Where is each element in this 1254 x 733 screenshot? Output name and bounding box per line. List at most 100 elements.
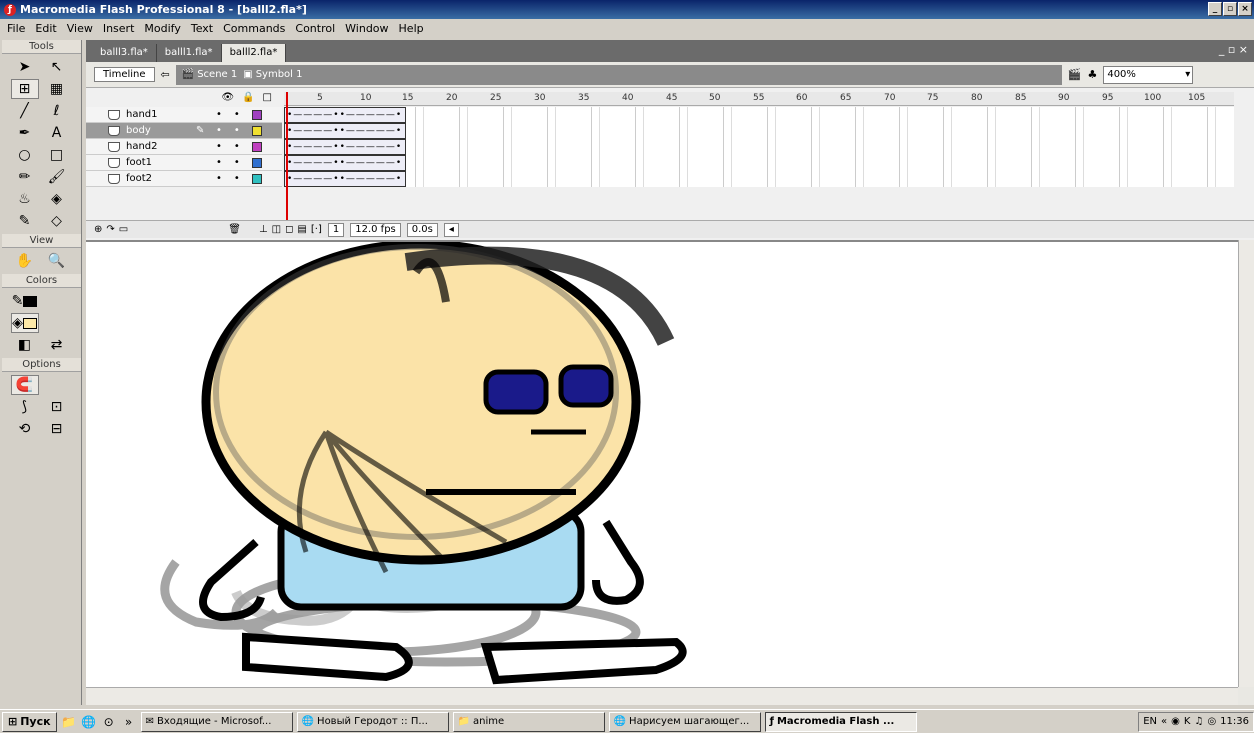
stroke-color-icon[interactable]: ✎ <box>11 291 39 311</box>
tween-span[interactable]: •————••—————• <box>284 123 406 139</box>
minimize-button[interactable]: _ <box>1208 2 1222 16</box>
pencil-tool-icon[interactable]: ✏ <box>11 167 39 187</box>
layer-color-swatch[interactable] <box>251 141 262 152</box>
maximize-button[interactable]: ▫ <box>1223 2 1237 16</box>
add-guide-icon[interactable]: ↷ <box>106 224 114 235</box>
pen-tool-icon[interactable]: ✒ <box>11 123 39 143</box>
layer-foot1[interactable]: foot1 • • <box>86 155 282 171</box>
menu-control[interactable]: Control <box>290 22 340 35</box>
onion-skin-icon[interactable]: ◫ <box>272 224 281 235</box>
swap-colors-icon[interactable]: ⇄ <box>43 335 71 355</box>
layer-hand2[interactable]: hand2 • • <box>86 139 282 155</box>
menu-modify[interactable]: Modify <box>139 22 185 35</box>
edit-scene-icon[interactable]: 🎬 <box>1068 68 1082 81</box>
zoom-tool-icon[interactable]: 🔍 <box>43 251 71 271</box>
onion-outline-icon[interactable]: ◻ <box>285 224 293 235</box>
horizontal-scrollbar[interactable] <box>86 687 1238 705</box>
eye-icon[interactable]: 👁 <box>221 92 234 106</box>
quicklaunch-icon[interactable]: » <box>121 714 137 730</box>
frame-rate[interactable]: 12.0 fps <box>350 222 401 237</box>
zoom-select[interactable]: 400% <box>1103 65 1194 84</box>
edit-symbol-icon[interactable]: ♣ <box>1087 68 1097 81</box>
layer-color-swatch[interactable] <box>251 125 262 136</box>
task-flash[interactable]: ƒ Macromedia Flash ... <box>764 711 917 732</box>
outline-icon[interactable]: □ <box>263 92 272 106</box>
fill-transform-tool-icon[interactable]: ▦ <box>43 79 71 99</box>
task-browser2[interactable]: 🌐 Нарисуем шагающег... <box>608 711 761 732</box>
task-browser[interactable]: 🌐 Новый Геродот :: П... <box>296 711 449 732</box>
tab-balll3[interactable]: balll3.fla* <box>92 44 157 62</box>
menu-view[interactable]: View <box>62 22 98 35</box>
scale-icon[interactable]: ⊟ <box>43 419 71 439</box>
menu-commands[interactable]: Commands <box>218 22 290 35</box>
tab-balll2[interactable]: balll2.fla* <box>221 44 287 62</box>
language-indicator[interactable]: EN <box>1143 716 1157 727</box>
close-button[interactable]: × <box>1238 2 1252 16</box>
ink-bottle-tool-icon[interactable]: ♨ <box>11 189 39 209</box>
straighten-icon[interactable]: ⊡ <box>43 397 71 417</box>
menu-file[interactable]: File <box>2 22 30 35</box>
tween-span[interactable]: •————••—————• <box>284 155 406 171</box>
start-button[interactable]: ⊞ Пуск <box>2 711 57 732</box>
free-transform-tool-icon[interactable]: ⊞ <box>10 79 39 99</box>
breadcrumb-symbol[interactable]: ▣ Symbol 1 <box>243 69 302 80</box>
eyedropper-tool-icon[interactable]: ✎ <box>11 211 39 231</box>
hand-tool-icon[interactable]: ✋ <box>11 251 39 271</box>
trash-icon[interactable]: 🗑 <box>228 224 241 235</box>
breadcrumb-scene[interactable]: 🎬 Scene 1 <box>182 69 237 80</box>
center-frame-icon[interactable]: ⊥ <box>259 224 268 235</box>
brush-tool-icon[interactable]: 🖌 <box>43 167 71 187</box>
quicklaunch-icon[interactable]: 🌐 <box>81 714 97 730</box>
layer-color-swatch[interactable] <box>251 109 262 120</box>
task-folder[interactable]: 📁 anime <box>452 711 605 732</box>
smooth-icon[interactable]: ⟆ <box>11 397 39 417</box>
frame-grid[interactable]: •————••—————• •————••—————• •————••—————… <box>284 107 1234 187</box>
frame-ruler[interactable]: 5 10 15 20 25 30 35 40 45 50 55 60 65 70… <box>284 92 1234 106</box>
tray-icon[interactable]: ♫ <box>1194 716 1203 727</box>
layer-color-swatch[interactable] <box>251 157 262 168</box>
menu-insert[interactable]: Insert <box>98 22 140 35</box>
subselect-tool-icon[interactable]: ↖ <box>43 57 71 77</box>
oval-tool-icon[interactable]: ○ <box>11 145 39 165</box>
tray-icon[interactable]: « <box>1161 716 1167 727</box>
rotate-icon[interactable]: ⟲ <box>11 419 39 439</box>
back-arrow-icon[interactable]: ⇦ <box>161 68 170 81</box>
lasso-tool-icon[interactable]: ℓ <box>43 101 71 121</box>
line-tool-icon[interactable]: ╱ <box>11 101 39 121</box>
tab-balll1[interactable]: balll1.fla* <box>157 44 222 62</box>
timeline-toggle-button[interactable]: Timeline <box>94 67 155 82</box>
tray-icon[interactable]: ◉ <box>1171 716 1180 727</box>
scroll-left-icon[interactable]: ◂ <box>443 222 459 237</box>
text-tool-icon[interactable]: A <box>43 123 71 143</box>
rectangle-tool-icon[interactable]: □ <box>43 145 71 165</box>
paint-bucket-tool-icon[interactable]: ◈ <box>43 189 71 209</box>
tray-icon[interactable]: ◎ <box>1207 716 1216 727</box>
menu-text[interactable]: Text <box>186 22 218 35</box>
arrow-tool-icon[interactable]: ➤ <box>11 57 39 77</box>
quicklaunch-icon[interactable]: ⊙ <box>101 714 117 730</box>
task-outlook[interactable]: ✉ Входящие - Microsof... <box>140 711 293 732</box>
layer-foot2[interactable]: foot2 • • <box>86 171 282 187</box>
document-window-controls[interactable]: _ ▫ × <box>1219 43 1248 56</box>
add-folder-icon[interactable]: ▭ <box>119 224 128 235</box>
layer-color-swatch[interactable] <box>251 173 262 184</box>
playhead[interactable] <box>286 92 288 222</box>
default-colors-icon[interactable]: ◧ <box>11 335 39 355</box>
tray-icon[interactable]: K <box>1184 716 1191 727</box>
layer-hand1[interactable]: hand1 • • <box>86 107 282 123</box>
vertical-scrollbar[interactable] <box>1238 240 1254 687</box>
tween-span[interactable]: •————••—————• <box>284 171 406 187</box>
add-layer-icon[interactable]: ⊕ <box>94 224 102 235</box>
fill-color-icon[interactable]: ◈ <box>10 313 39 333</box>
lock-icon[interactable]: 🔒 <box>242 92 254 106</box>
quicklaunch-icon[interactable]: 📁 <box>61 714 77 730</box>
snap-magnet-icon[interactable]: 🧲 <box>10 375 39 395</box>
menu-window[interactable]: Window <box>340 22 393 35</box>
menu-help[interactable]: Help <box>394 22 429 35</box>
tween-span[interactable]: •————••—————• <box>284 107 406 123</box>
edit-multiple-icon[interactable]: ▤ <box>297 224 306 235</box>
modify-onion-icon[interactable]: [·] <box>311 224 322 235</box>
stage-canvas[interactable] <box>86 240 1238 687</box>
tween-span[interactable]: •————••—————• <box>284 139 406 155</box>
layer-body[interactable]: body ✎ • • <box>86 123 282 139</box>
